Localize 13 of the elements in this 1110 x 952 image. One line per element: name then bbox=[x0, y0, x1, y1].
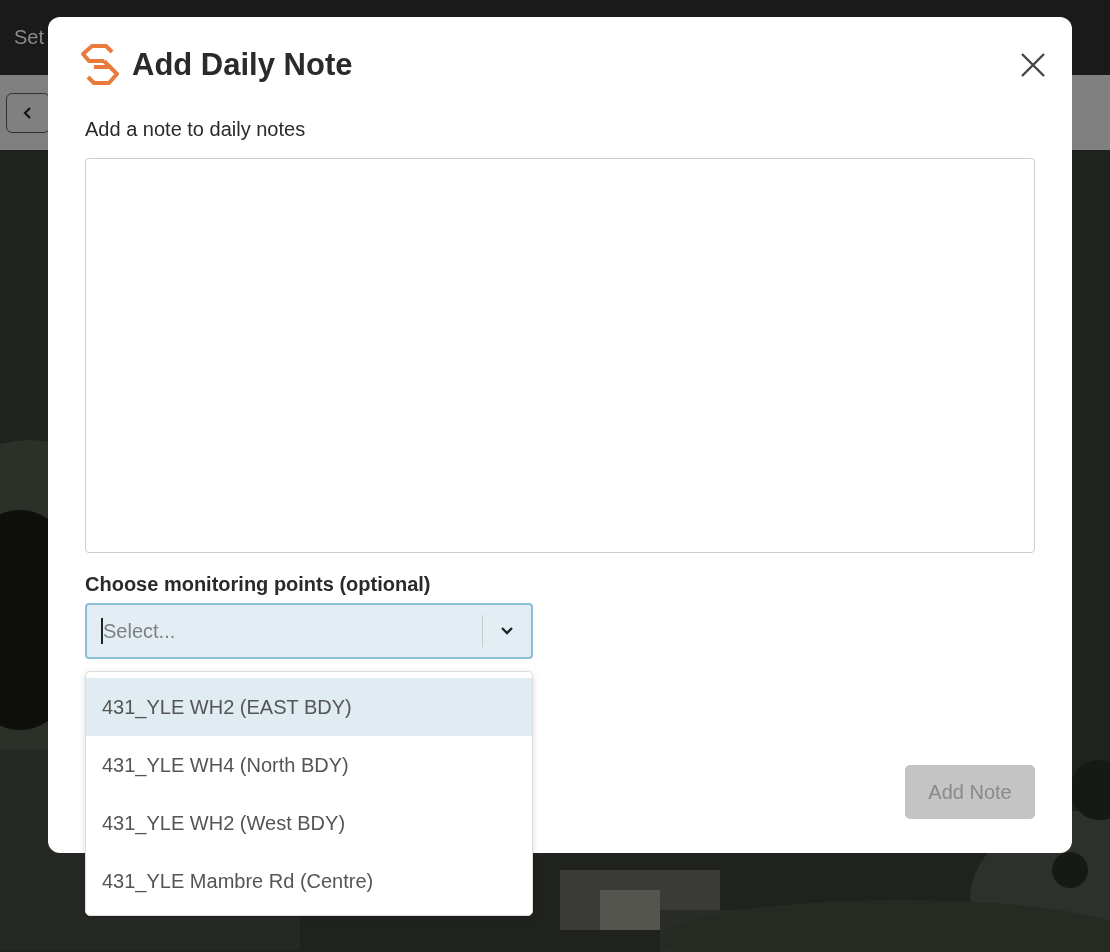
logo-icon bbox=[80, 44, 120, 86]
dropdown-option[interactable]: 431_YLE WH2 (EAST BDY) bbox=[86, 678, 532, 736]
points-label: Choose monitoring points (optional) bbox=[85, 572, 432, 596]
dialog-title: Add Daily Note bbox=[132, 47, 354, 83]
note-field[interactable] bbox=[85, 158, 1035, 553]
chevron-down-icon bbox=[499, 625, 515, 637]
dropdown-option[interactable]: 431_YLE WH4 (North BDY) bbox=[86, 736, 532, 794]
dropdown-option[interactable]: 431_YLE Mambre Rd (Centre) bbox=[86, 852, 532, 910]
close-icon[interactable] bbox=[1020, 52, 1046, 78]
note-label: Add a note to daily notes bbox=[85, 117, 307, 141]
chevron-left-icon bbox=[22, 104, 34, 121]
page-title: Set bbox=[14, 26, 45, 49]
dropdown-option[interactable]: 431_YLE WH2 (West BDY) bbox=[86, 794, 532, 852]
